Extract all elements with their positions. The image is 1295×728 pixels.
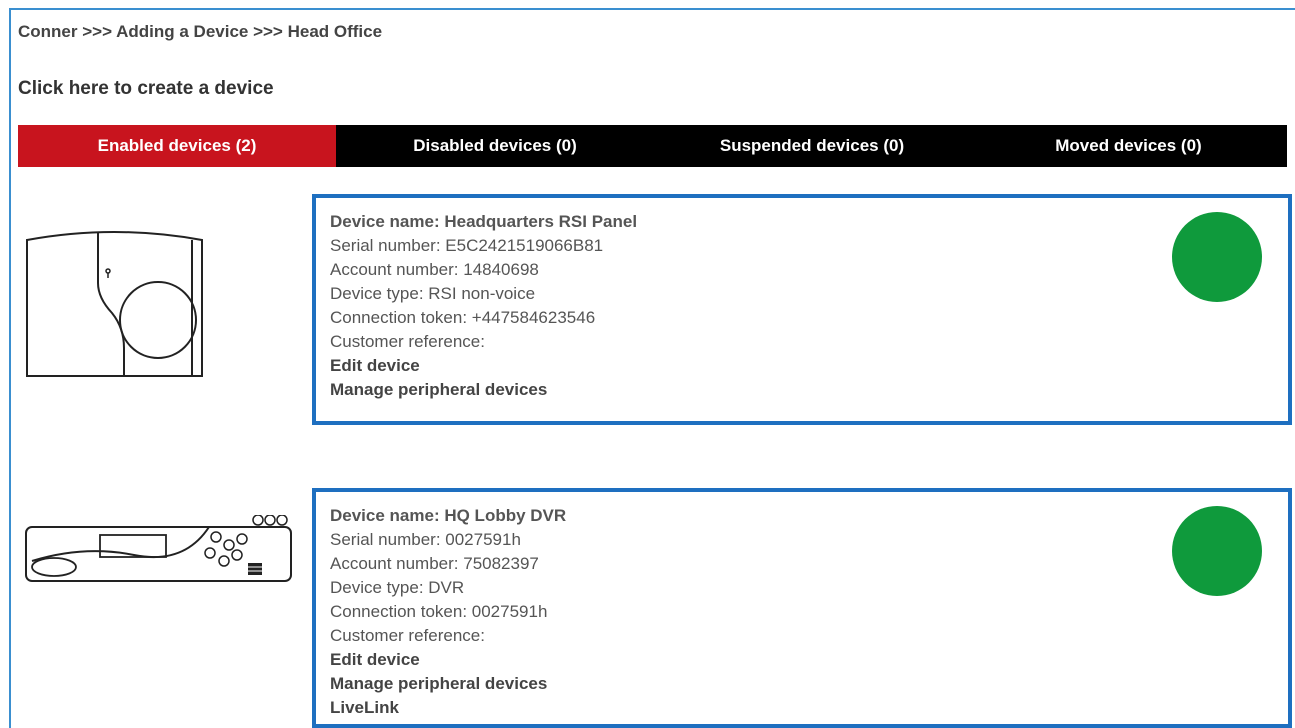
customer-reference: Customer reference: (330, 626, 485, 645)
device-card: Device name: Headquarters RSI Panel Seri… (312, 194, 1292, 425)
edit-device-link[interactable]: Edit device (330, 648, 1288, 672)
tab-enabled-devices[interactable]: Enabled devices (2) (18, 125, 336, 167)
customer-reference: Customer reference: (330, 332, 485, 351)
status-indicator (1172, 506, 1262, 596)
serial-number: Serial number: E5C2421519066B81 (330, 236, 604, 255)
serial-number: Serial number: 0027591h (330, 530, 521, 549)
tab-moved-devices[interactable]: Moved devices (0) (970, 125, 1287, 167)
device-name: Device name: HQ Lobby DVR (330, 506, 567, 525)
tab-disabled-devices[interactable]: Disabled devices (0) (336, 125, 654, 167)
breadcrumb: Conner >>> Adding a Device >>> Head Offi… (18, 22, 383, 41)
connection-token: Connection token: 0027591h (330, 602, 548, 621)
account-number: Account number: 75082397 (330, 554, 539, 573)
device-name: Device name: Headquarters RSI Panel (330, 212, 638, 231)
create-device-link[interactable]: Click here to create a device (18, 78, 274, 100)
livelink-link[interactable]: LiveLink (330, 696, 1288, 720)
manage-peripheral-devices-link[interactable]: Manage peripheral devices (330, 672, 1288, 696)
status-indicator (1172, 212, 1262, 302)
device-card: Device name: HQ Lobby DVR Serial number:… (312, 488, 1292, 728)
device-type: Device type: RSI non-voice (330, 284, 536, 303)
rsi-panel-icon (24, 228, 208, 383)
dvr-icon (24, 514, 294, 590)
manage-peripheral-devices-link[interactable]: Manage peripheral devices (330, 378, 1288, 402)
device-type: Device type: DVR (330, 578, 465, 597)
tab-suspended-devices[interactable]: Suspended devices (0) (654, 125, 970, 167)
edit-device-link[interactable]: Edit device (330, 354, 1288, 378)
device-status-tabs: Enabled devices (2) Disabled devices (0)… (18, 125, 1287, 167)
account-number: Account number: 14840698 (330, 260, 539, 279)
connection-token: Connection token: +447584623546 (330, 308, 596, 327)
